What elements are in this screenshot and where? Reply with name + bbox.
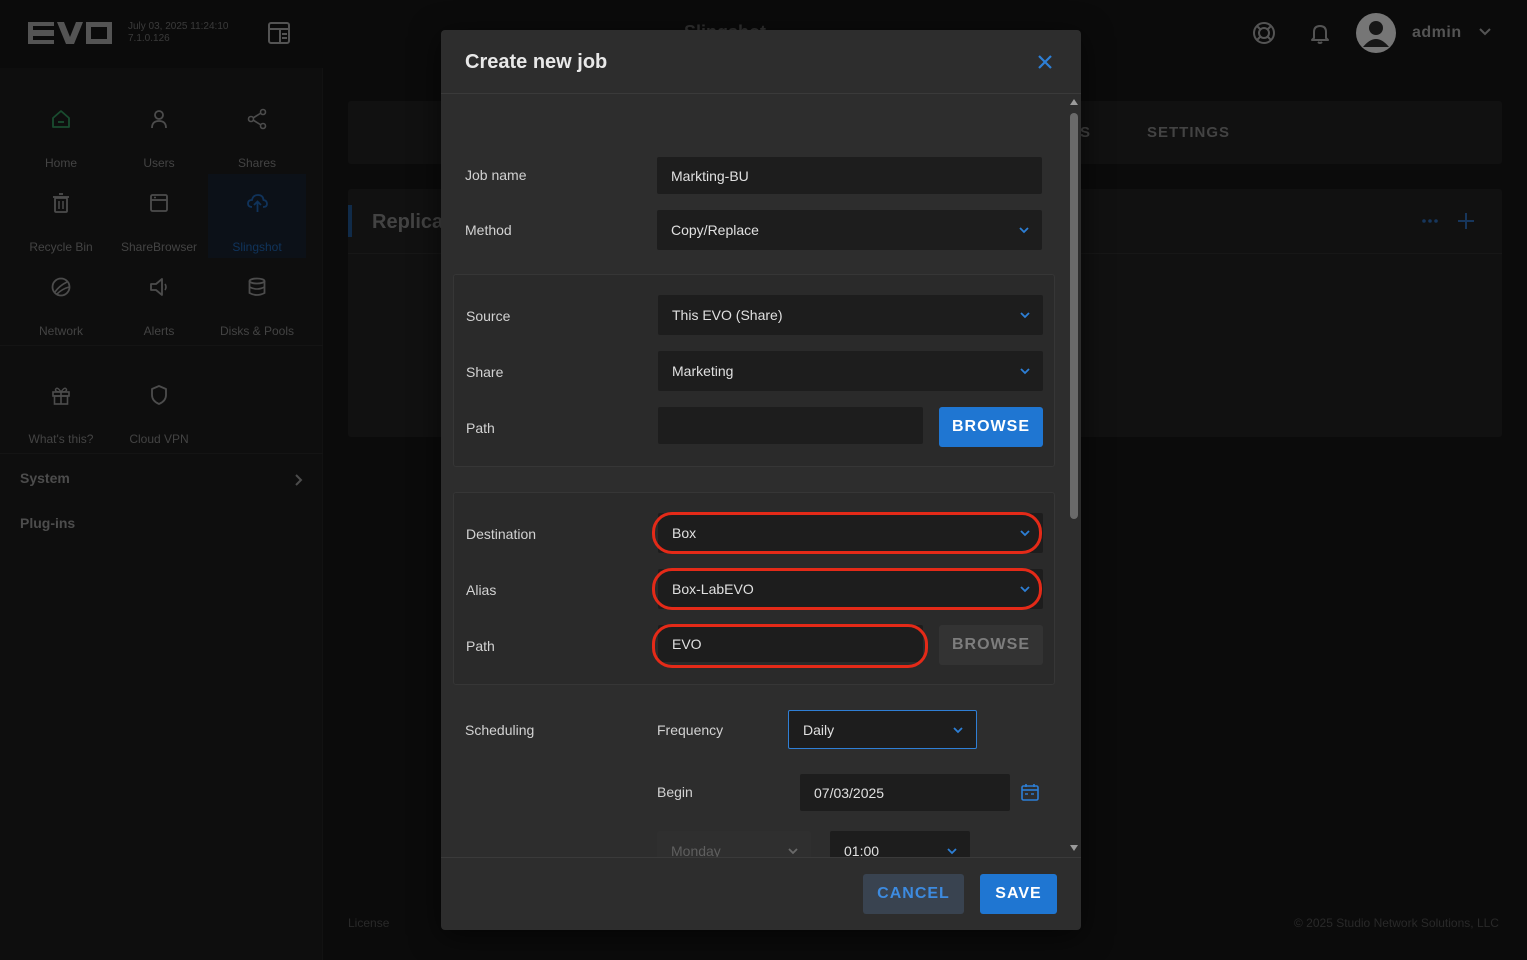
scheduling-label: Scheduling [465, 722, 535, 738]
frequency-label: Frequency [657, 722, 724, 738]
time-value: 01:00 [844, 843, 880, 857]
share-value: Marketing [672, 363, 734, 379]
destination-group: Destination Box Alias Box-LabEVO Path EV… [453, 492, 1055, 685]
scroll-thumb[interactable] [1070, 113, 1078, 519]
source-path-label: Path [466, 420, 495, 436]
destination-select[interactable]: Box [658, 513, 1043, 553]
day-select: Monday [657, 831, 811, 857]
source-select[interactable]: This EVO (Share) [658, 295, 1043, 335]
chevron-down-icon [1020, 586, 1030, 593]
calendar-icon[interactable] [1020, 782, 1040, 802]
day-value: Monday [671, 843, 721, 857]
chevron-down-icon [1020, 368, 1030, 375]
begin-date-value: 07/03/2025 [814, 784, 885, 801]
chevron-down-icon [788, 848, 798, 855]
method-value: Copy/Replace [671, 222, 759, 238]
share-label: Share [466, 364, 504, 380]
chevron-down-icon [1020, 530, 1030, 537]
source-label: Source [466, 308, 511, 324]
save-button[interactable]: SAVE [980, 874, 1057, 914]
source-path-input[interactable] [658, 407, 923, 444]
chevron-down-icon [953, 726, 963, 733]
alias-select[interactable]: Box-LabEVO [658, 569, 1043, 609]
job-name-value: Markting-BU [671, 167, 749, 184]
dialog-footer: CANCEL SAVE [441, 857, 1081, 930]
frequency-value: Daily [803, 721, 835, 738]
method-label: Method [465, 222, 512, 238]
destination-browse-button[interactable]: BROWSE [939, 625, 1043, 665]
close-icon[interactable] [1035, 52, 1055, 72]
dialog-scrollbar[interactable] [1067, 95, 1081, 857]
alias-value: Box-LabEVO [672, 581, 754, 597]
chevron-down-icon [947, 848, 957, 855]
source-value: This EVO (Share) [672, 307, 783, 323]
dialog-title: Create new job [465, 51, 608, 73]
chevron-down-icon [1020, 312, 1030, 319]
time-select[interactable]: 01:00 [830, 831, 970, 857]
destination-path-label: Path [466, 638, 495, 654]
alias-label: Alias [466, 582, 497, 598]
chevron-down-icon [1019, 227, 1029, 234]
destination-path-value: EVO [672, 635, 702, 652]
source-group: Source This EVO (Share) Share Marketing … [453, 274, 1055, 467]
cancel-button[interactable]: CANCEL [863, 874, 964, 914]
destination-label: Destination [466, 526, 537, 542]
dialog-body: Job name Markting-BU Method Copy/Replace… [441, 95, 1067, 857]
scroll-down-arrow[interactable] [1070, 845, 1078, 851]
create-job-dialog: Create new job Job name Markting-BU Meth… [441, 30, 1081, 930]
destination-path-input[interactable]: EVO [658, 625, 923, 662]
dialog-header: Create new job [441, 30, 1081, 94]
begin-label: Begin [657, 784, 693, 800]
destination-value: Box [672, 525, 697, 541]
job-name-input[interactable]: Markting-BU [657, 157, 1042, 194]
source-browse-button[interactable]: BROWSE [939, 407, 1043, 447]
begin-date-input[interactable]: 07/03/2025 [800, 774, 1010, 811]
frequency-select[interactable]: Daily [788, 710, 977, 749]
job-name-label: Job name [465, 167, 527, 183]
scroll-up-arrow[interactable] [1070, 99, 1078, 105]
share-select[interactable]: Marketing [658, 351, 1043, 391]
method-select[interactable]: Copy/Replace [657, 210, 1042, 250]
